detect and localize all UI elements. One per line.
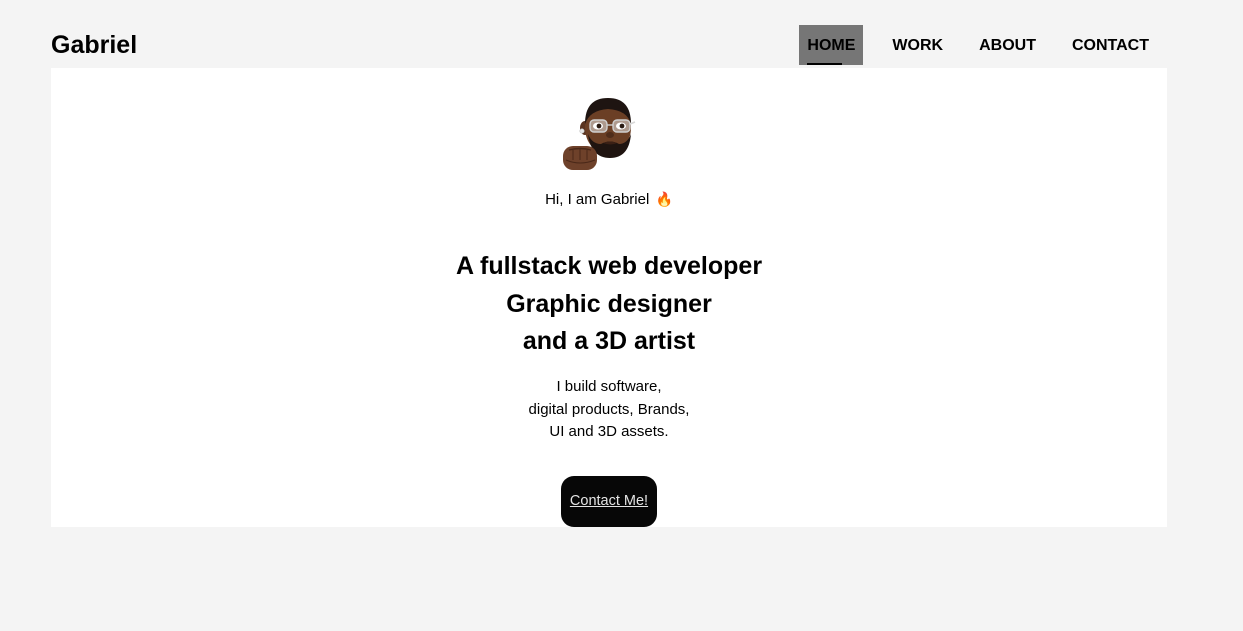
nav-about[interactable]: ABOUT <box>961 25 1054 65</box>
fire-icon: 🔥 <box>655 191 673 207</box>
greeting-text: Hi, I am Gabriel 🔥 <box>51 190 1167 209</box>
memoji-avatar-fist-icon <box>563 98 636 170</box>
hero-tagline: I build software, digital products, Bran… <box>51 376 1167 444</box>
tagline-line: UI and 3D assets. <box>549 423 669 440</box>
hero-card: Hi, I am Gabriel 🔥 A fullstack web devel… <box>51 68 1167 527</box>
brand-logo[interactable]: Gabriel <box>51 31 137 59</box>
hero-headline: A fullstack web developer Graphic design… <box>51 248 1167 361</box>
nav-work[interactable]: WORK <box>874 25 961 65</box>
contact-me-button[interactable]: Contact Me! <box>561 476 657 527</box>
headline-line: and a 3D artist <box>522 327 696 355</box>
headline-line: Graphic designer <box>506 289 712 318</box>
site-header: Gabriel HOME WORK ABOUT CONTACT <box>51 25 1167 68</box>
nav-home[interactable]: HOME <box>799 25 864 65</box>
nav-contact[interactable]: CONTACT <box>1054 25 1167 65</box>
main-nav: HOME WORK ABOUT CONTACT <box>799 25 1167 65</box>
tagline-line: I build software, <box>556 378 662 395</box>
greeting-label: Hi, I am Gabriel <box>545 191 650 208</box>
headline-line: A fullstack web developer <box>455 252 763 280</box>
tagline-line: digital products, Brands, <box>528 400 690 418</box>
